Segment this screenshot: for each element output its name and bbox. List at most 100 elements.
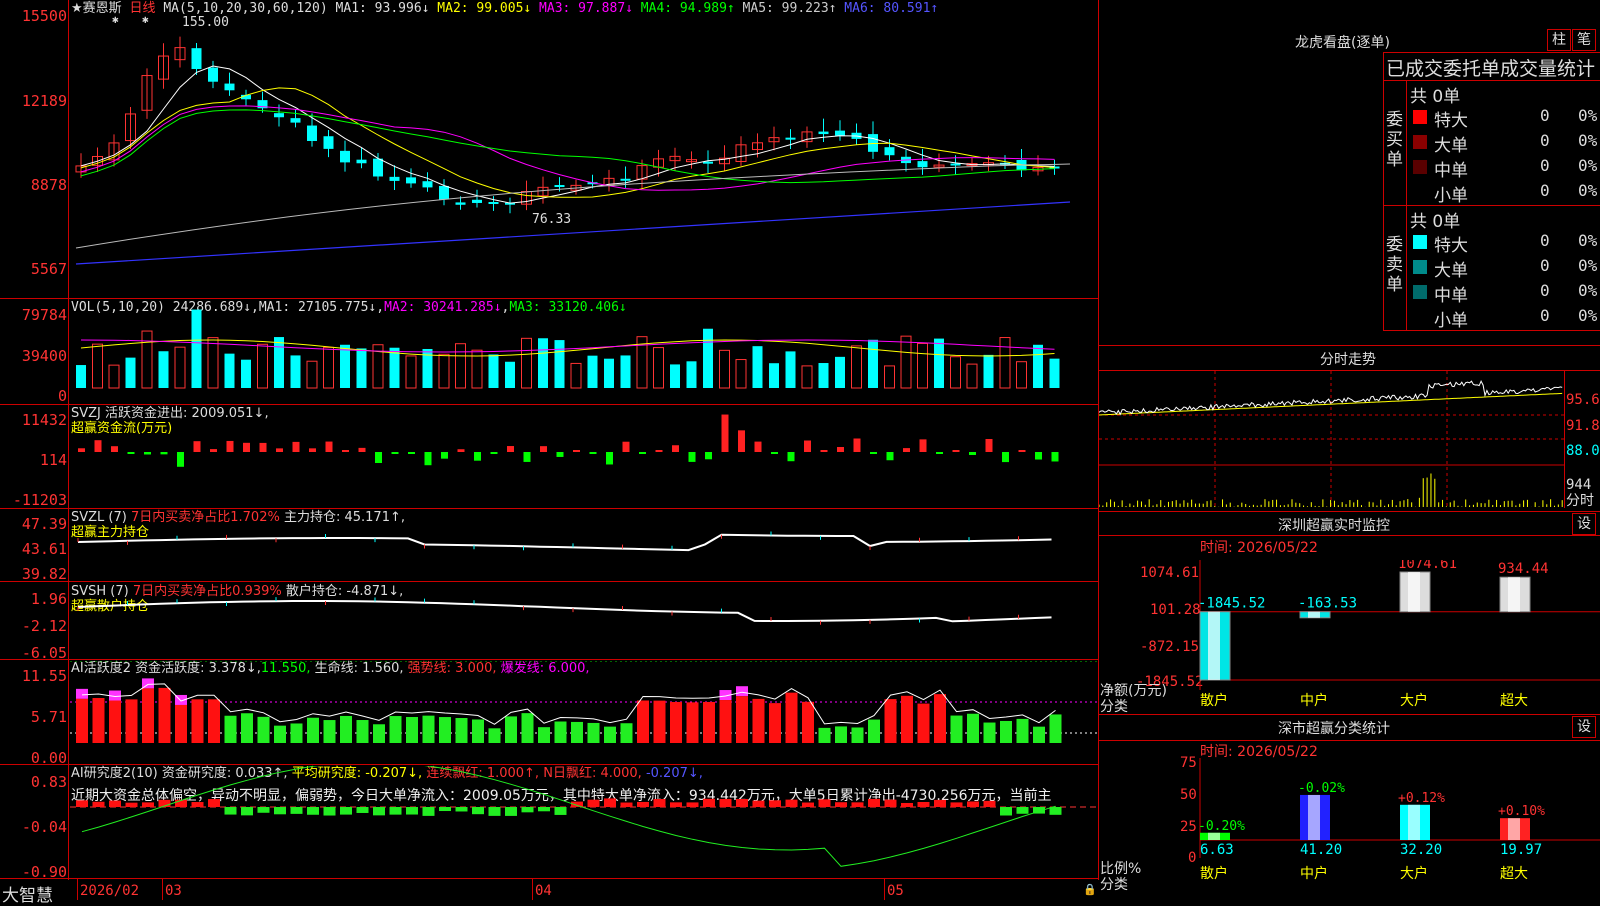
- ai-research-chart[interactable]: [70, 766, 1098, 878]
- flow-bar: [457, 449, 465, 452]
- research-bar: [406, 807, 418, 815]
- flow-bar: [837, 447, 844, 452]
- research-bar: [818, 799, 831, 807]
- flow-bar: [276, 448, 283, 452]
- order-count: 0: [1540, 231, 1550, 250]
- ma2-value: MA2: 99.005↓: [437, 1, 532, 16]
- intraday-chart[interactable]: [1099, 371, 1564, 508]
- volume-bar: [851, 345, 862, 389]
- date-label: 2026/02: [80, 883, 140, 899]
- flow-bar: [490, 452, 498, 454]
- flow-bar: [985, 439, 993, 452]
- volume-bar: [389, 347, 400, 388]
- volume-bar: [505, 361, 515, 388]
- candle-down: [950, 163, 961, 166]
- candle-down: [356, 159, 367, 164]
- volume-chart[interactable]: [70, 300, 1098, 404]
- category-label: 散户: [1200, 692, 1228, 709]
- flow-bar: [375, 452, 382, 464]
- volume-bar: [158, 351, 169, 388]
- candle-down: [439, 185, 449, 200]
- realtime-axis-label: 101.28: [1150, 602, 1201, 618]
- volume-bar: [752, 346, 763, 388]
- volume-bar: [653, 347, 664, 389]
- bar-mode-button[interactable]: 柱: [1547, 29, 1571, 51]
- flow-bar: [969, 452, 976, 455]
- flow-bar: [325, 441, 333, 452]
- capital-flow-chart[interactable]: [70, 406, 1098, 508]
- ma4-value: MA4: 94.989↑: [640, 1, 735, 16]
- research-line: [81, 766, 1056, 867]
- order-count: 0: [1540, 281, 1550, 300]
- volume-bar: [785, 351, 796, 388]
- flow-bar: [1035, 452, 1042, 460]
- classify-bar-chart[interactable]: -0.20% 6.63 散户 -0.02% 41.20 中户 +0.12% 32.20 大户 +0…: [1194, 758, 1600, 900]
- candle-down: [703, 161, 713, 164]
- flow-bar: [903, 448, 910, 452]
- lock-icon[interactable]: 🔒: [1083, 883, 1097, 896]
- bar-highlight: [1508, 818, 1520, 840]
- activity-bar: [835, 726, 847, 743]
- research-bar: [92, 801, 105, 807]
- volume-bar: [108, 364, 120, 389]
- flow-bar: [556, 452, 564, 457]
- flow-bar: [177, 452, 184, 467]
- volume-bar: [917, 342, 928, 389]
- svzj-axis-label: -11203: [12, 491, 67, 509]
- realtime-bar-chart[interactable]: -1845.52 散户 -163.53 中户 1074.61 大户 934.44 超大: [1194, 560, 1600, 710]
- activity-bar: [422, 715, 435, 743]
- order-percent: 0%: [1578, 181, 1598, 200]
- axis-label: 5567: [30, 260, 67, 278]
- air-axis-label: -0.90: [21, 863, 67, 881]
- flow-bar: [655, 450, 663, 452]
- bar-value-label: 934.44: [1498, 561, 1549, 577]
- volume-bar: [538, 338, 548, 388]
- burst-cap: [76, 688, 88, 699]
- ai2-axis-label: 0.00: [30, 749, 67, 767]
- classify-xlabel: 分类: [1100, 877, 1128, 893]
- activity-bar: [307, 717, 319, 743]
- research-bar: [884, 799, 897, 807]
- flow-bar: [523, 452, 531, 462]
- volume-bar: [488, 354, 499, 388]
- brand-label: 大智慧: [2, 886, 53, 906]
- candle-down: [208, 67, 218, 82]
- flow-bar: [721, 414, 729, 452]
- candlestick-chart[interactable]: [70, 16, 1098, 298]
- research-bar: [439, 807, 451, 812]
- realtime-settings-button[interactable]: 设: [1572, 513, 1596, 535]
- candle-down: [274, 113, 284, 118]
- volume-bar: [174, 346, 186, 389]
- order-count: 0: [1540, 306, 1550, 325]
- flow-bar: [226, 440, 234, 452]
- flow-bar: [738, 430, 745, 452]
- stroke-mode-button[interactable]: 笔: [1572, 29, 1596, 51]
- order-color-swatch: [1413, 260, 1427, 274]
- activity-bar: [1016, 718, 1029, 743]
- order-color-swatch: [1413, 310, 1427, 324]
- research-bar: [389, 807, 402, 815]
- flow-bar: [292, 441, 300, 452]
- realtime-axis-label: 1074.61: [1140, 565, 1200, 581]
- volume-bar: [604, 358, 614, 388]
- ma5-value: MA5: 99.223↑: [742, 1, 837, 16]
- candle-down: [472, 199, 482, 203]
- svzj-axis-label: 114: [39, 451, 67, 469]
- ma-line: [80, 87, 1055, 198]
- research-bar: [901, 802, 913, 807]
- axis-label: 15500: [21, 7, 67, 25]
- volume-bar: [438, 353, 450, 389]
- activity-bar: [290, 723, 303, 743]
- classify-title: 深市超赢分类统计: [1278, 721, 1390, 737]
- ma-line: [80, 109, 1055, 184]
- candle-down: [340, 150, 350, 163]
- main-holding-chart[interactable]: [70, 510, 1098, 581]
- flow-bar: [507, 446, 514, 452]
- activity-bar: [637, 700, 649, 743]
- ai-activity-chart[interactable]: [70, 661, 1098, 764]
- flow-bar: [1018, 450, 1026, 452]
- activity-bar: [389, 716, 402, 743]
- classify-settings-button[interactable]: 设: [1572, 716, 1596, 738]
- activity-bar: [818, 727, 831, 743]
- retail-holding-chart[interactable]: [70, 583, 1098, 659]
